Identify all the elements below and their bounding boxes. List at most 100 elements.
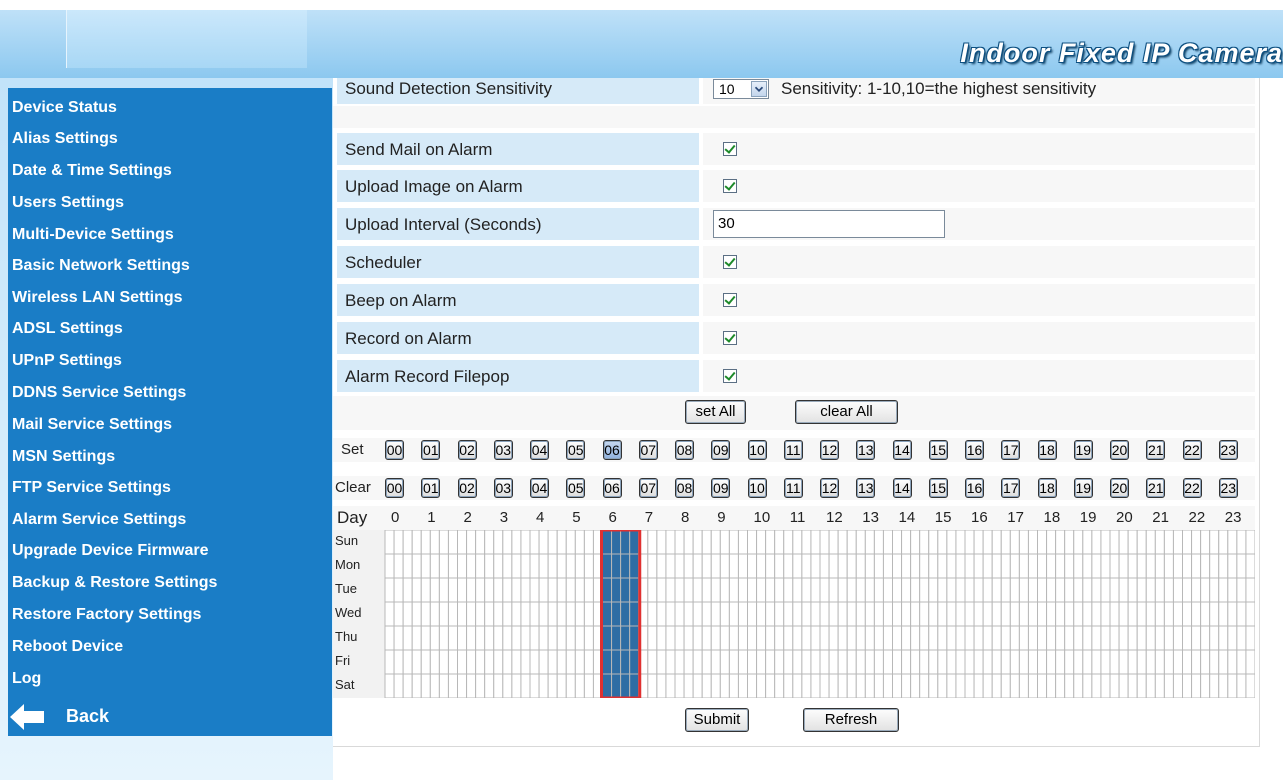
schedule-cell[interactable]	[629, 577, 640, 603]
schedule-cell[interactable]	[420, 601, 431, 627]
schedule-cell[interactable]	[946, 553, 957, 579]
schedule-cell[interactable]	[547, 649, 558, 675]
schedule-cell[interactable]	[502, 601, 513, 627]
schedule-cell[interactable]	[1136, 649, 1147, 675]
schedule-cell[interactable]	[1245, 625, 1255, 651]
schedule-cell[interactable]	[1046, 649, 1057, 675]
schedule-cell[interactable]	[901, 530, 912, 555]
schedule-cell[interactable]	[1118, 625, 1129, 651]
schedule-cell[interactable]	[420, 553, 431, 579]
schedule-cell[interactable]	[611, 530, 622, 555]
schedule-cell[interactable]	[892, 673, 903, 698]
schedule-cell[interactable]	[438, 673, 449, 698]
schedule-cell[interactable]	[1145, 673, 1156, 698]
schedule-cell[interactable]	[991, 601, 1002, 627]
clear-hour-button[interactable]: 01	[421, 478, 441, 498]
schedule-cell[interactable]	[846, 649, 857, 675]
schedule-cell[interactable]	[928, 553, 939, 579]
schedule-cell[interactable]	[1091, 530, 1102, 555]
schedule-cell[interactable]	[438, 649, 449, 675]
schedule-cell[interactable]	[1091, 673, 1102, 698]
schedule-cell[interactable]	[728, 673, 739, 698]
schedule-cell[interactable]	[756, 530, 767, 555]
set-hour-button[interactable]: 11	[783, 440, 803, 460]
set-hour-button[interactable]: 07	[638, 440, 658, 460]
set-hour-button[interactable]: 13	[856, 440, 876, 460]
set-hour-button[interactable]: 20	[1110, 440, 1129, 460]
schedule-cell[interactable]	[574, 530, 585, 555]
schedule-cell[interactable]	[1145, 577, 1156, 603]
schedule-cell[interactable]	[910, 577, 921, 603]
schedule-cell[interactable]	[810, 577, 821, 603]
schedule-cell[interactable]	[393, 649, 404, 675]
schedule-cell[interactable]	[801, 649, 812, 675]
schedule-cell[interactable]	[1200, 625, 1211, 651]
schedule-cell[interactable]	[1118, 530, 1129, 555]
schedule-cell[interactable]	[1073, 673, 1084, 698]
schedule-cell[interactable]	[384, 553, 395, 579]
schedule-cell[interactable]	[710, 553, 721, 579]
schedule-cell[interactable]	[1218, 553, 1229, 579]
schedule-cell[interactable]	[565, 553, 576, 579]
schedule-cell[interactable]	[783, 553, 794, 579]
schedule-cell[interactable]	[801, 625, 812, 651]
schedule-cell[interactable]	[683, 673, 694, 698]
schedule-cell[interactable]	[1000, 649, 1011, 675]
send-mail-checkbox[interactable]	[723, 142, 737, 156]
schedule-cell[interactable]	[1082, 577, 1093, 603]
schedule-cell[interactable]	[1172, 649, 1183, 675]
schedule-cell[interactable]	[1037, 625, 1048, 651]
schedule-cell[interactable]	[629, 625, 640, 651]
schedule-cell[interactable]	[1091, 553, 1102, 579]
schedule-cell[interactable]	[1236, 673, 1247, 698]
schedule-cell[interactable]	[774, 553, 785, 579]
schedule-cell[interactable]	[457, 673, 468, 698]
schedule-cell[interactable]	[792, 601, 803, 627]
schedule-cell[interactable]	[910, 625, 921, 651]
schedule-cell[interactable]	[529, 649, 540, 675]
schedule-cell[interactable]	[828, 625, 839, 651]
schedule-cell[interactable]	[602, 673, 613, 698]
clear-hour-button[interactable]: 07	[638, 478, 658, 498]
schedule-cell[interactable]	[810, 649, 821, 675]
schedule-cell[interactable]	[583, 673, 594, 698]
schedule-cell[interactable]	[1118, 601, 1129, 627]
schedule-cell[interactable]	[1218, 649, 1229, 675]
schedule-cell[interactable]	[393, 601, 404, 627]
sidebar-item-mail-service-settings[interactable]: Mail Service Settings	[12, 413, 172, 437]
schedule-cell[interactable]	[384, 673, 395, 698]
schedule-cell[interactable]	[520, 673, 531, 698]
schedule-cell[interactable]	[411, 673, 422, 698]
schedule-cell[interactable]	[964, 530, 975, 555]
schedule-cell[interactable]	[665, 601, 676, 627]
schedule-cell[interactable]	[982, 553, 993, 579]
schedule-cell[interactable]	[973, 577, 984, 603]
schedule-cell[interactable]	[1218, 673, 1229, 698]
schedule-cell[interactable]	[402, 601, 413, 627]
schedule-cell[interactable]	[937, 625, 948, 651]
set-all-button[interactable]: set All	[685, 400, 746, 424]
schedule-cell[interactable]	[701, 673, 712, 698]
schedule-cell[interactable]	[783, 601, 794, 627]
schedule-cell[interactable]	[502, 553, 513, 579]
sidebar-item-alarm-service-settings[interactable]: Alarm Service Settings	[12, 508, 186, 532]
schedule-cell[interactable]	[692, 625, 703, 651]
schedule-cell[interactable]	[547, 577, 558, 603]
schedule-cell[interactable]	[819, 601, 830, 627]
schedule-cell[interactable]	[1127, 649, 1138, 675]
schedule-cell[interactable]	[1236, 625, 1247, 651]
schedule-cell[interactable]	[1073, 530, 1084, 555]
schedule-cell[interactable]	[783, 649, 794, 675]
schedule-cell[interactable]	[556, 530, 567, 555]
schedule-cell[interactable]	[1064, 625, 1075, 651]
schedule-cell[interactable]	[393, 625, 404, 651]
schedule-cell[interactable]	[719, 553, 730, 579]
schedule-cell[interactable]	[556, 649, 567, 675]
schedule-cell[interactable]	[511, 530, 522, 555]
schedule-cell[interactable]	[602, 553, 613, 579]
schedule-cell[interactable]	[683, 625, 694, 651]
schedule-cell[interactable]	[1200, 553, 1211, 579]
schedule-cell[interactable]	[1109, 601, 1120, 627]
schedule-cell[interactable]	[928, 577, 939, 603]
schedule-cell[interactable]	[1227, 625, 1238, 651]
